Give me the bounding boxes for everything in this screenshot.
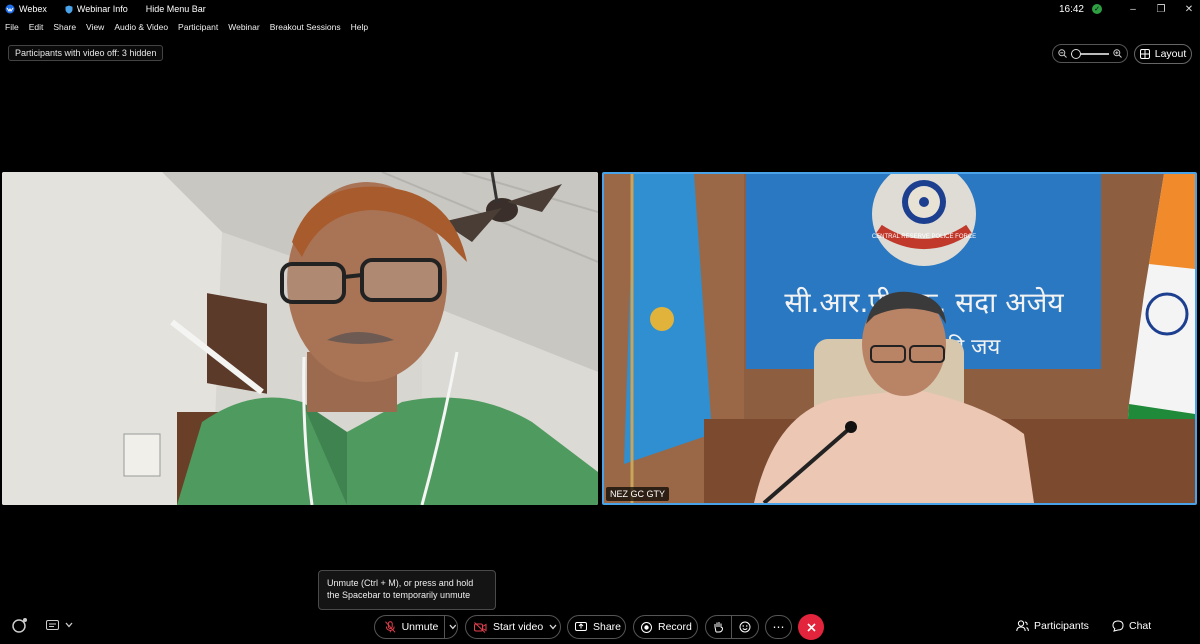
unmute-button[interactable]: Unmute [374, 615, 458, 639]
hide-menu-bar-button[interactable]: Hide Menu Bar [146, 4, 206, 14]
share-label: Share [593, 621, 622, 633]
start-video-label: Start video [493, 621, 544, 633]
video-options-chevron-icon[interactable] [549, 624, 557, 630]
shield-icon [65, 5, 73, 14]
chat-button[interactable]: Chat [1112, 620, 1151, 632]
zoom-slider-handle[interactable] [1071, 48, 1081, 59]
clock: 16:42 [1058, 3, 1084, 15]
chat-icon [1112, 620, 1124, 632]
app-name: Webex [19, 4, 47, 14]
more-options-button[interactable]: ⋯ [765, 615, 792, 639]
menu-file[interactable]: File [5, 22, 19, 32]
zoom-control[interactable] [1052, 44, 1128, 63]
webex-logo-icon [5, 4, 15, 14]
video-tile-participant-2[interactable]: CENTRAL RESERVE POLICE FORCE सी.आर.पी.एफ… [602, 172, 1197, 505]
menu-webinar[interactable]: Webinar [228, 22, 260, 32]
chat-label: Chat [1129, 620, 1152, 632]
restore-icon[interactable]: ❐ [1150, 0, 1172, 18]
menu-breakout-sessions[interactable]: Breakout Sessions [270, 22, 341, 32]
webinar-info-button[interactable]: Webinar Info [65, 4, 128, 14]
participants-label: Participants [1034, 620, 1089, 632]
record-label: Record [658, 621, 692, 633]
close-icon [806, 622, 816, 632]
webinar-info-label: Webinar Info [76, 4, 128, 14]
video-off-icon [474, 621, 487, 633]
unmute-tooltip: Unmute (Ctrl + M), or press and hold the… [318, 570, 496, 610]
menu-participant[interactable]: Participant [178, 22, 218, 32]
window-controls: 16:42 ✓ – ❐ ✕ [1059, 0, 1200, 18]
share-screen-icon [575, 622, 587, 631]
zoom-in-icon[interactable] [1113, 49, 1122, 58]
video-tile-participant-1[interactable] [2, 172, 598, 505]
start-video-button[interactable]: Start video [465, 615, 561, 639]
title-bar: Webex Webinar Info Hide Menu Bar 16:42 ✓… [0, 0, 1200, 18]
layout-grid-icon [1139, 49, 1150, 59]
menu-bar: File Edit Share View Audio & Video Parti… [0, 19, 373, 35]
record-button[interactable]: Record [633, 615, 698, 639]
record-icon [641, 621, 652, 633]
raise-hand-icon[interactable] [713, 621, 724, 633]
emoji-reactions-icon[interactable] [739, 621, 751, 633]
audio-options-chevron-icon[interactable] [449, 624, 457, 630]
participant-video-feed [2, 172, 598, 505]
bottom-left-controls [12, 617, 73, 633]
status-check-icon: ✓ [1092, 4, 1102, 14]
layout-button[interactable]: Layout [1134, 44, 1192, 64]
close-icon[interactable]: ✕ [1178, 0, 1200, 18]
emblem-text: CENTRAL RESERVE POLICE FORCE [872, 234, 976, 240]
reactions-group [705, 615, 759, 639]
chevron-down-icon [65, 622, 73, 628]
divider [730, 615, 732, 639]
connection-status-icon[interactable] [12, 617, 28, 633]
menu-view[interactable]: View [86, 22, 104, 32]
zoom-slider[interactable] [1071, 48, 1109, 59]
layout-label: Layout [1154, 48, 1187, 60]
participants-button[interactable]: Participants [1016, 620, 1089, 632]
more-icon: ⋯ [772, 620, 785, 634]
unmute-label: Unmute [401, 621, 439, 633]
app-title: Webex [5, 4, 47, 14]
leave-meeting-button[interactable] [798, 614, 824, 640]
hidden-participants-chip[interactable]: Participants with video off: 3 hidden [8, 45, 164, 61]
captions-icon [46, 619, 59, 630]
menu-audio-video[interactable]: Audio & Video [114, 22, 168, 32]
zoom-out-icon[interactable] [1058, 49, 1067, 58]
participant-name-label: NEZ GC GTY [606, 487, 670, 501]
mic-muted-icon [385, 621, 396, 633]
divider [444, 615, 446, 639]
participants-icon [1016, 620, 1029, 632]
menu-help[interactable]: Help [351, 22, 368, 32]
menu-share[interactable]: Share [53, 22, 76, 32]
participant-video-feed-active: CENTRAL RESERVE POLICE FORCE सी.आर.पी.एफ… [604, 174, 1195, 503]
share-button[interactable]: Share [567, 615, 626, 639]
minimize-icon[interactable]: – [1122, 0, 1144, 18]
captions-menu[interactable] [46, 619, 73, 631]
menu-edit[interactable]: Edit [29, 22, 44, 32]
